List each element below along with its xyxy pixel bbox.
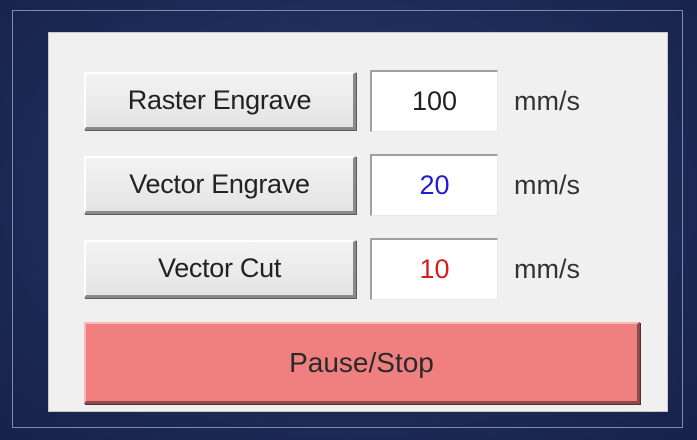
vector-engrave-row: Vector Engrave 20 mm/s [84, 154, 580, 216]
raster-engrave-button[interactable]: Raster Engrave [84, 72, 356, 130]
raster-engrave-row: Raster Engrave 100 mm/s [84, 70, 580, 132]
raster-engrave-speed-field[interactable]: 100 [370, 70, 498, 132]
vector-engrave-unit-label: mm/s [514, 169, 580, 200]
vector-cut-speed-field[interactable]: 10 [370, 238, 498, 300]
vector-cut-row: Vector Cut 10 mm/s [84, 238, 580, 300]
vector-cut-button[interactable]: Vector Cut [84, 240, 356, 298]
pause-stop-button[interactable]: Pause/Stop [84, 322, 640, 404]
vector-engrave-speed-field[interactable]: 20 [370, 154, 498, 216]
speed-control-panel: Raster Engrave 100 mm/s Vector Engrave 2… [48, 32, 668, 412]
vector-engrave-button[interactable]: Vector Engrave [84, 156, 356, 214]
vector-cut-unit-label: mm/s [514, 253, 580, 284]
raster-engrave-unit-label: mm/s [514, 85, 580, 116]
